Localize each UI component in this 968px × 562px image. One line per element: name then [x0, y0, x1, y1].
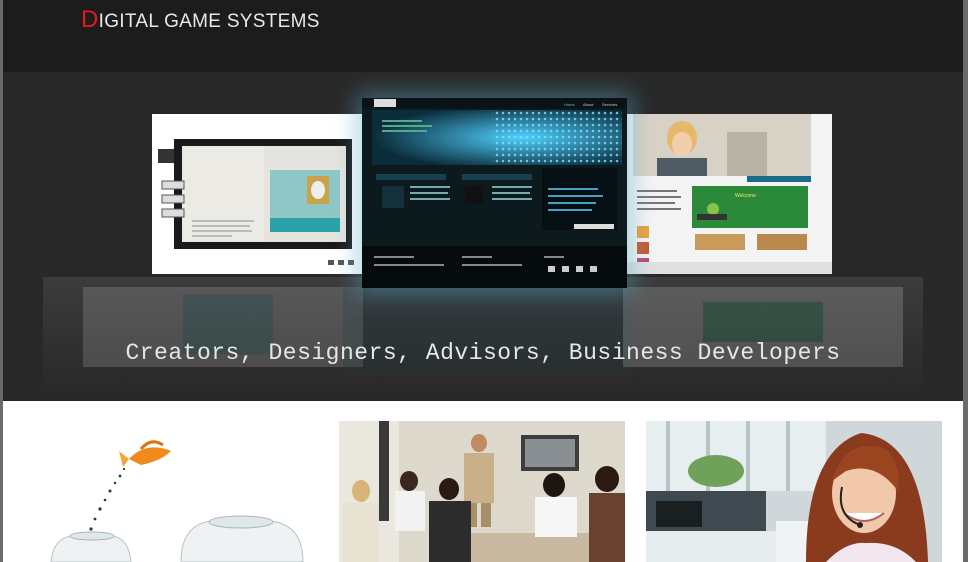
svg-text:About: About: [583, 102, 594, 107]
hero-tagline: Creators, Designers, Advisors, Business …: [125, 340, 841, 366]
school-template-slide[interactable]: Welcome: [627, 114, 832, 274]
meeting-image: [339, 421, 625, 562]
page-frame: DIGITAL GAME SYSTEMS Home About Services…: [3, 0, 963, 562]
hero-carousel: Home About Services Welcome Creators, De…: [3, 72, 963, 401]
business-meeting-photo[interactable]: [339, 421, 625, 562]
logo-first-letter: D: [81, 6, 99, 33]
goldfish-image: [21, 421, 321, 562]
school-template-image: Welcome: [627, 114, 832, 274]
svg-text:Services: Services: [602, 102, 617, 107]
site-header: DIGITAL GAME SYSTEMS: [3, 0, 963, 72]
call-center-agent-photo[interactable]: [646, 421, 942, 562]
dark-template-image: Home About Services: [362, 98, 627, 288]
call-center-image: [646, 421, 942, 562]
goldfish-jump-photo[interactable]: [21, 421, 321, 562]
svg-text:Home: Home: [564, 102, 575, 107]
logo-text: IGITAL GAME SYSTEMS: [98, 11, 320, 32]
dark-template-slide[interactable]: Home About Services: [362, 98, 627, 288]
book-template-image: [152, 114, 362, 274]
svg-text:Welcome: Welcome: [735, 193, 756, 199]
feature-photos: [3, 401, 963, 562]
site-logo[interactable]: DIGITAL GAME SYSTEMS: [81, 6, 320, 34]
book-template-slide[interactable]: [152, 114, 362, 274]
